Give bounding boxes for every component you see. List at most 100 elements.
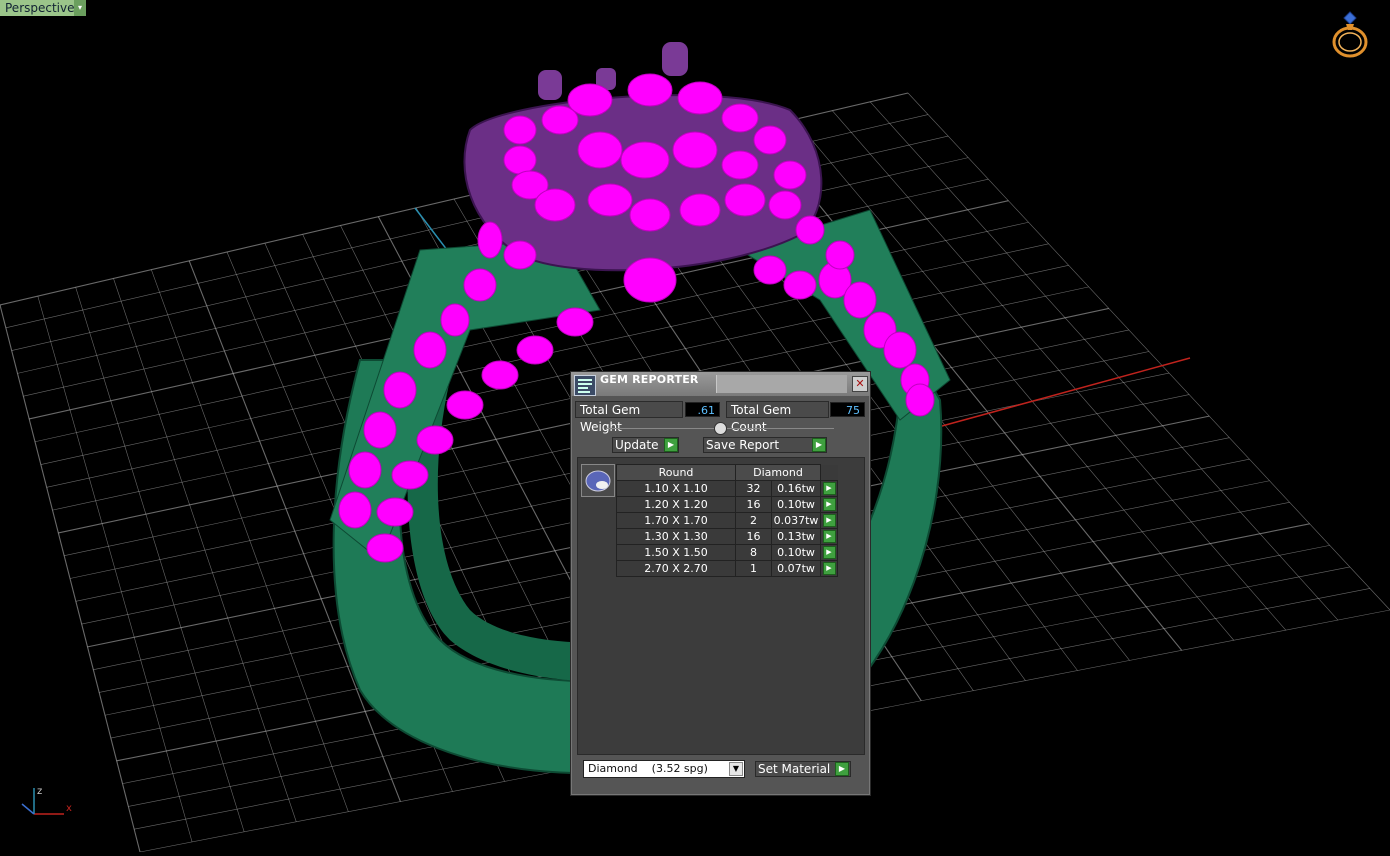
- gem-stone: [338, 491, 372, 529]
- table-row[interactable]: 1.10 X 1.10 32 0.16tw ▶: [616, 480, 838, 497]
- gem-count-cell: 1: [735, 560, 772, 577]
- gem-stone: [413, 331, 447, 369]
- panel-splitter-handle[interactable]: [714, 422, 727, 435]
- gem-stone: [534, 188, 576, 222]
- table-row[interactable]: 1.50 X 1.50 8 0.10tw ▶: [616, 544, 838, 561]
- gem-stone: [753, 255, 787, 285]
- x-axis-line: [919, 357, 1191, 433]
- save-report-button-label: Save Report: [706, 438, 780, 452]
- gem-stone: [629, 198, 671, 232]
- gem-stone: [679, 193, 721, 227]
- gem-stone: [620, 141, 670, 179]
- prong: [662, 42, 688, 76]
- gem-reporter-dialog[interactable]: GEM REPORTER ✕ Total Gem Weight .61 Tota…: [570, 371, 871, 796]
- gem-stone: [627, 73, 673, 107]
- table-row[interactable]: 1.70 X 1.70 2 0.037tw ▶: [616, 512, 838, 529]
- dialog-titlebar[interactable]: GEM REPORTER ✕: [571, 372, 870, 396]
- gem-stone: [795, 215, 825, 245]
- gem-weight-cell: 0.037tw: [771, 512, 821, 529]
- ring-icon[interactable]: [1326, 10, 1372, 60]
- axis-z-label: z: [37, 786, 42, 797]
- viewport-dropdown-icon[interactable]: ▾: [74, 0, 86, 16]
- gem-stone: [416, 425, 454, 455]
- gem-stone: [383, 371, 417, 409]
- set-material-button[interactable]: Set Material ▶: [755, 761, 851, 777]
- gem-stone: [556, 307, 594, 337]
- total-gem-count-value: 75: [830, 402, 865, 417]
- grid-line: [907, 92, 1390, 611]
- save-report-play-icon: ▶: [812, 438, 826, 452]
- table-row[interactable]: 2.70 X 2.70 1 0.07tw ▶: [616, 560, 838, 577]
- gem-weight-cell: 0.16tw: [771, 480, 821, 497]
- material-select[interactable]: Diamond (3.52 spg) ▼: [583, 760, 745, 778]
- axis-indicator: x z: [21, 786, 72, 815]
- material-select-value: Diamond (3.52 spg): [588, 762, 708, 775]
- close-button[interactable]: ✕: [852, 376, 868, 392]
- gem-stone: [721, 103, 759, 133]
- update-play-icon: ▶: [664, 438, 678, 452]
- total-gem-weight-value: .61: [685, 402, 720, 417]
- gem-stone: [724, 183, 766, 217]
- gem-weight-cell: 0.13tw: [771, 528, 821, 545]
- gem-shape-header: Round: [616, 464, 736, 481]
- row-play-icon[interactable]: ▶: [822, 514, 836, 528]
- chevron-down-icon[interactable]: ▼: [729, 762, 743, 776]
- gem-list-panel[interactable]: Round Diamond 1.10 X 1.10 32 0.16tw ▶ 1.20 X…: [577, 457, 865, 755]
- gem-stone: [391, 460, 429, 490]
- row-play-icon[interactable]: ▶: [822, 530, 836, 544]
- gem-stone: [503, 240, 537, 270]
- row-action-cell[interactable]: ▶: [820, 512, 838, 529]
- row-play-icon[interactable]: ▶: [822, 482, 836, 496]
- gem-stone: [446, 390, 484, 420]
- gem-weight-cell: 0.07tw: [771, 560, 821, 577]
- prong: [538, 70, 562, 100]
- gem-size-cell: 1.30 X 1.30: [616, 528, 736, 545]
- gem-weight-cell: 0.10tw: [771, 544, 821, 561]
- gem-size-cell: 1.70 X 1.70: [616, 512, 736, 529]
- row-action-cell[interactable]: ▶: [820, 544, 838, 561]
- gem-stone: [768, 190, 802, 220]
- row-play-icon[interactable]: ▶: [822, 562, 836, 576]
- row-action-cell[interactable]: ▶: [820, 496, 838, 513]
- gem-stone: [440, 303, 470, 337]
- gem-stone: [623, 257, 677, 303]
- dialog-title: GEM REPORTER: [600, 373, 699, 386]
- gem-stone: [363, 411, 397, 449]
- row-action-cell[interactable]: ▶: [820, 480, 838, 497]
- gem-stone: [883, 331, 917, 369]
- gem-stone: [376, 497, 414, 527]
- gem-count-cell: 2: [735, 512, 772, 529]
- update-button[interactable]: Update ▶: [612, 437, 679, 453]
- gem-stone: [516, 335, 554, 365]
- row-play-icon[interactable]: ▶: [822, 546, 836, 560]
- gem-stone: [481, 360, 519, 390]
- gem-stone: [753, 125, 787, 155]
- gem-stone: [463, 268, 497, 302]
- gem-stone: [905, 383, 935, 417]
- gem-stone: [503, 145, 537, 175]
- row-action-cell[interactable]: ▶: [820, 528, 838, 545]
- gem-stone: [677, 81, 723, 115]
- total-gem-count-label: Total Gem Count: [726, 401, 829, 434]
- gem-stone: [773, 160, 807, 190]
- gem-stone: [503, 115, 537, 145]
- gem-size-cell: 1.20 X 1.20: [616, 496, 736, 513]
- titlebar-strip: [716, 375, 847, 393]
- table-row[interactable]: 1.20 X 1.20 16 0.10tw ▶: [616, 496, 838, 513]
- gem-weight-cell: 0.10tw: [771, 496, 821, 513]
- axis-x-label: x: [66, 803, 72, 814]
- gem-count-cell: 16: [735, 528, 772, 545]
- gem-shape-thumbnail[interactable]: [581, 464, 615, 497]
- gem-table: Round Diamond 1.10 X 1.10 32 0.16tw ▶ 1.20 X…: [616, 464, 838, 577]
- table-row[interactable]: 1.30 X 1.30 16 0.13tw ▶: [616, 528, 838, 545]
- gem-stone: [477, 221, 503, 259]
- gem-count-cell: 16: [735, 496, 772, 513]
- gem-material-header: Diamond: [735, 464, 821, 481]
- update-button-label: Update: [615, 438, 659, 452]
- row-action-cell[interactable]: ▶: [820, 560, 838, 577]
- set-material-play-icon: ▶: [835, 762, 849, 776]
- viewport-label[interactable]: Perspective: [0, 0, 80, 16]
- row-play-icon[interactable]: ▶: [822, 498, 836, 512]
- total-gem-weight-label: Total Gem Weight: [575, 401, 683, 434]
- save-report-button[interactable]: Save Report ▶: [703, 437, 827, 453]
